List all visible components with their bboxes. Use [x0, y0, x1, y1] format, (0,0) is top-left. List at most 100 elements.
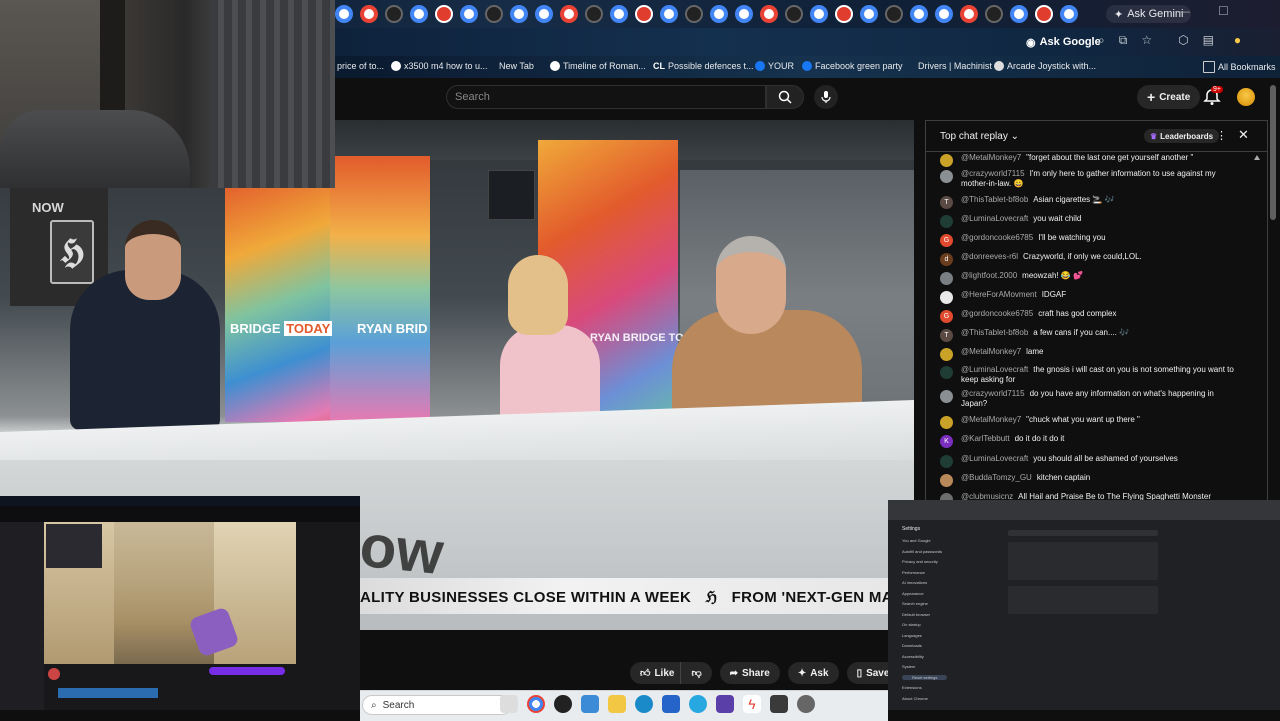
dislike-button[interactable]: 👎︎	[680, 662, 712, 684]
chat-author-avatar[interactable]: K	[940, 435, 953, 448]
minimize-icon[interactable]: —	[1178, 4, 1190, 18]
chat-author-avatar[interactable]	[940, 390, 953, 403]
chat-author-name[interactable]: @LuminaLovecraft	[961, 365, 1028, 374]
chat-author-name[interactable]: @MetalMonkey7	[961, 153, 1021, 162]
settings-menu-item[interactable]: Performance	[902, 570, 925, 575]
like-button[interactable]: 👍︎ Like	[630, 662, 681, 684]
settings-menu-item[interactable]: Extensions	[902, 685, 922, 690]
browser-tab-favicon-icon[interactable]	[610, 5, 628, 23]
chat-author-name[interactable]: @clubmusicnz	[961, 492, 1013, 500]
browser-tab-favicon-icon[interactable]	[835, 5, 853, 23]
settings-menu-item[interactable]: Downloads	[902, 643, 922, 648]
create-button[interactable]: + Create	[1137, 85, 1201, 109]
search-button[interactable]	[766, 85, 804, 109]
settings-menu-item[interactable]: Languages	[902, 633, 922, 638]
chat-author-name[interactable]: @lightfoot.2000	[961, 271, 1017, 280]
browser-tab-favicon-icon[interactable]	[710, 5, 728, 23]
extensions-icon[interactable]: ⬡	[1178, 33, 1188, 48]
more-options-icon[interactable]: ⋮	[1216, 129, 1227, 142]
browser-tab-favicon-icon[interactable]	[635, 5, 653, 23]
browser-tab-favicon-icon[interactable]	[660, 5, 678, 23]
chat-author-avatar[interactable]	[940, 416, 953, 429]
chat-author-avatar[interactable]	[940, 170, 953, 183]
browser-tab-favicon-icon[interactable]	[860, 5, 878, 23]
stream-video[interactable]	[44, 522, 296, 664]
app-icon[interactable]	[581, 695, 599, 713]
browser-tab-favicon-icon[interactable]	[585, 5, 603, 23]
chat-author-name[interactable]: @KarlTebbutt	[961, 434, 1010, 443]
settings-menu-item[interactable]: You and Google	[902, 538, 931, 543]
settings-menu-item[interactable]: System	[902, 664, 915, 669]
browser-tab-favicon-icon[interactable]	[1010, 5, 1028, 23]
browser-tab-favicon-icon[interactable]	[385, 5, 403, 23]
app-icon[interactable]	[716, 695, 734, 713]
browser-tab-favicon-icon[interactable]	[985, 5, 1003, 23]
chat-author-avatar[interactable]	[940, 291, 953, 304]
close-icon[interactable]: ✕	[1238, 127, 1249, 143]
chat-scrollbar[interactable]	[1254, 155, 1260, 485]
bookmark-item[interactable]: CL Possible defences t...	[653, 61, 754, 71]
edge-icon[interactable]	[635, 695, 653, 713]
chat-author-name[interactable]: @crazyworld7115	[961, 169, 1025, 178]
telegram-icon[interactable]	[689, 695, 707, 713]
browser-tab-favicon-icon[interactable]	[935, 5, 953, 23]
bookmark-item[interactable]: YOUR	[755, 61, 794, 71]
browser-tab-favicon-icon[interactable]	[960, 5, 978, 23]
settings-menu-item[interactable]: AI innovations	[902, 580, 927, 585]
chrome-icon[interactable]	[527, 695, 545, 713]
settings-menu-item[interactable]: Appearance	[902, 591, 924, 596]
bookmark-star-icon[interactable]: ☆	[1141, 33, 1152, 48]
chat-author-name[interactable]: @gordoncooke6785	[961, 309, 1033, 318]
outlook-icon[interactable]	[662, 695, 680, 713]
settings-menu-item[interactable]: Default browser	[902, 612, 930, 617]
bookmark-item[interactable]: Facebook green party	[802, 61, 903, 71]
chat-author-name[interactable]: @donreeves-r6l	[961, 252, 1018, 261]
settings-menu-item[interactable]: Reset settings	[902, 674, 948, 680]
chat-author-avatar[interactable]	[940, 455, 953, 468]
browser-tab-favicon-icon[interactable]	[885, 5, 903, 23]
profile-avatar-icon[interactable]: ●	[1234, 33, 1241, 48]
all-bookmarks[interactable]: All Bookmarks	[1203, 61, 1276, 73]
account-avatar[interactable]	[1237, 88, 1255, 106]
browser-tab-favicon-icon[interactable]	[810, 5, 828, 23]
taskbar-search[interactable]: ⌕ Search	[362, 695, 512, 715]
browser-tab-favicon-icon[interactable]	[485, 5, 503, 23]
bookmark-item[interactable]: Timeline of Roman...	[550, 61, 646, 71]
obs-icon[interactable]	[554, 695, 572, 713]
bookmark-item[interactable]: New Tab	[499, 61, 534, 71]
settings-menu-item[interactable]: Search engine	[902, 601, 928, 606]
chat-author-avatar[interactable]	[940, 348, 953, 361]
browser-tab-favicon-icon[interactable]	[560, 5, 578, 23]
chat-author-name[interactable]: @HereForAMovment	[961, 290, 1037, 299]
chat-author-avatar[interactable]: d	[940, 253, 953, 266]
zoom-icon[interactable]: ⌕	[1098, 33, 1105, 48]
browser-tab-favicon-icon[interactable]	[735, 5, 753, 23]
maximize-icon[interactable]: ☐	[1218, 4, 1229, 18]
app-icon[interactable]	[770, 695, 788, 713]
chat-author-avatar[interactable]	[940, 493, 953, 500]
browser-tab-favicon-icon[interactable]	[910, 5, 928, 23]
chat-author-name[interactable]: @LuminaLovecraft	[961, 454, 1028, 463]
chat-author-name[interactable]: @MetalMonkey7	[961, 415, 1021, 424]
chat-author-name[interactable]: @BuddaTomzy_GU	[961, 473, 1032, 482]
browser-tab-favicon-icon[interactable]	[410, 5, 428, 23]
ask-google-button[interactable]: ◉ Ask Google	[1020, 33, 1107, 51]
browser-tab-favicon-icon[interactable]	[360, 5, 378, 23]
browser-tab-favicon-icon[interactable]	[685, 5, 703, 23]
browser-tab-favicon-icon[interactable]	[335, 5, 353, 23]
file-explorer-icon[interactable]	[608, 695, 626, 713]
browser-tab-favicon-icon[interactable]	[510, 5, 528, 23]
chat-author-avatar[interactable]: G	[940, 234, 953, 247]
chat-author-avatar[interactable]	[940, 154, 953, 167]
chat-author-avatar[interactable]	[940, 474, 953, 487]
chat-author-name[interactable]: @crazyworld7115	[961, 389, 1025, 398]
follow-button[interactable]	[209, 667, 285, 675]
chat-author-avatar[interactable]	[940, 366, 953, 379]
leaderboards-button[interactable]: ♛ Leaderboards	[1144, 129, 1220, 143]
settings-gear-icon[interactable]	[797, 695, 815, 713]
settings-menu-item[interactable]: About Chrome	[902, 696, 928, 701]
settings-menu-item[interactable]: On startup	[902, 622, 921, 627]
bookmark-item[interactable]: x3500 m4 how to u...	[391, 61, 488, 71]
voice-search-button[interactable]	[814, 85, 838, 109]
install-app-icon[interactable]: ⧉	[1119, 33, 1128, 48]
